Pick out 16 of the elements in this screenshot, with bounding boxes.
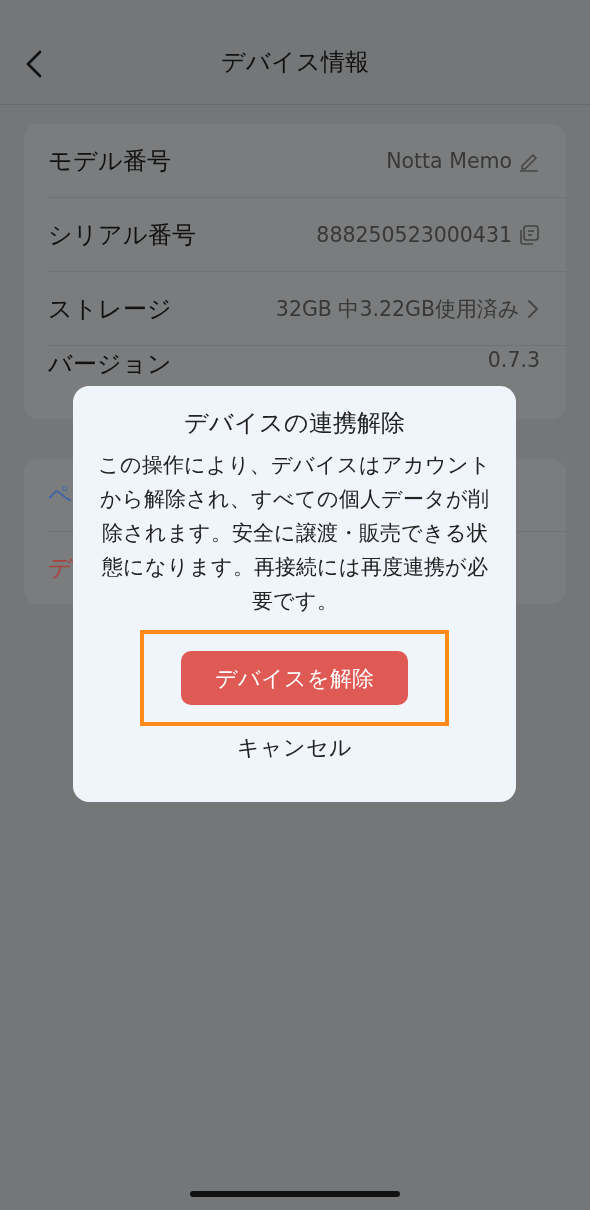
unlink-button[interactable]: デバイスを解除	[181, 651, 408, 705]
cancel-button[interactable]: キャンセル	[237, 730, 352, 766]
row-label: モデル番号	[48, 145, 171, 177]
dialog-title: デバイスの連携解除	[184, 408, 405, 439]
chevron-right-icon[interactable]	[526, 297, 540, 320]
copy-icon[interactable]	[518, 223, 540, 246]
row-value: Notta Memo	[386, 148, 512, 173]
row-value: 32GB 中3.22GB使用済み	[275, 295, 520, 323]
page-title: デバイス情報	[221, 47, 369, 78]
back-icon[interactable]	[24, 50, 44, 78]
row-value: 0.7.3	[487, 348, 540, 372]
row-label: バージョン	[48, 349, 172, 380]
row-label: シリアル番号	[48, 219, 196, 251]
dialog-message: この操作により、デバイスはアカウントから解除され、すべての個人データが削除されます。安全に譲渡・販売できる状態になります。再接続には再度連携が必要です。	[97, 452, 492, 615]
row-value: 888250523000431	[316, 222, 512, 247]
row-label: ストレージ	[48, 293, 172, 325]
